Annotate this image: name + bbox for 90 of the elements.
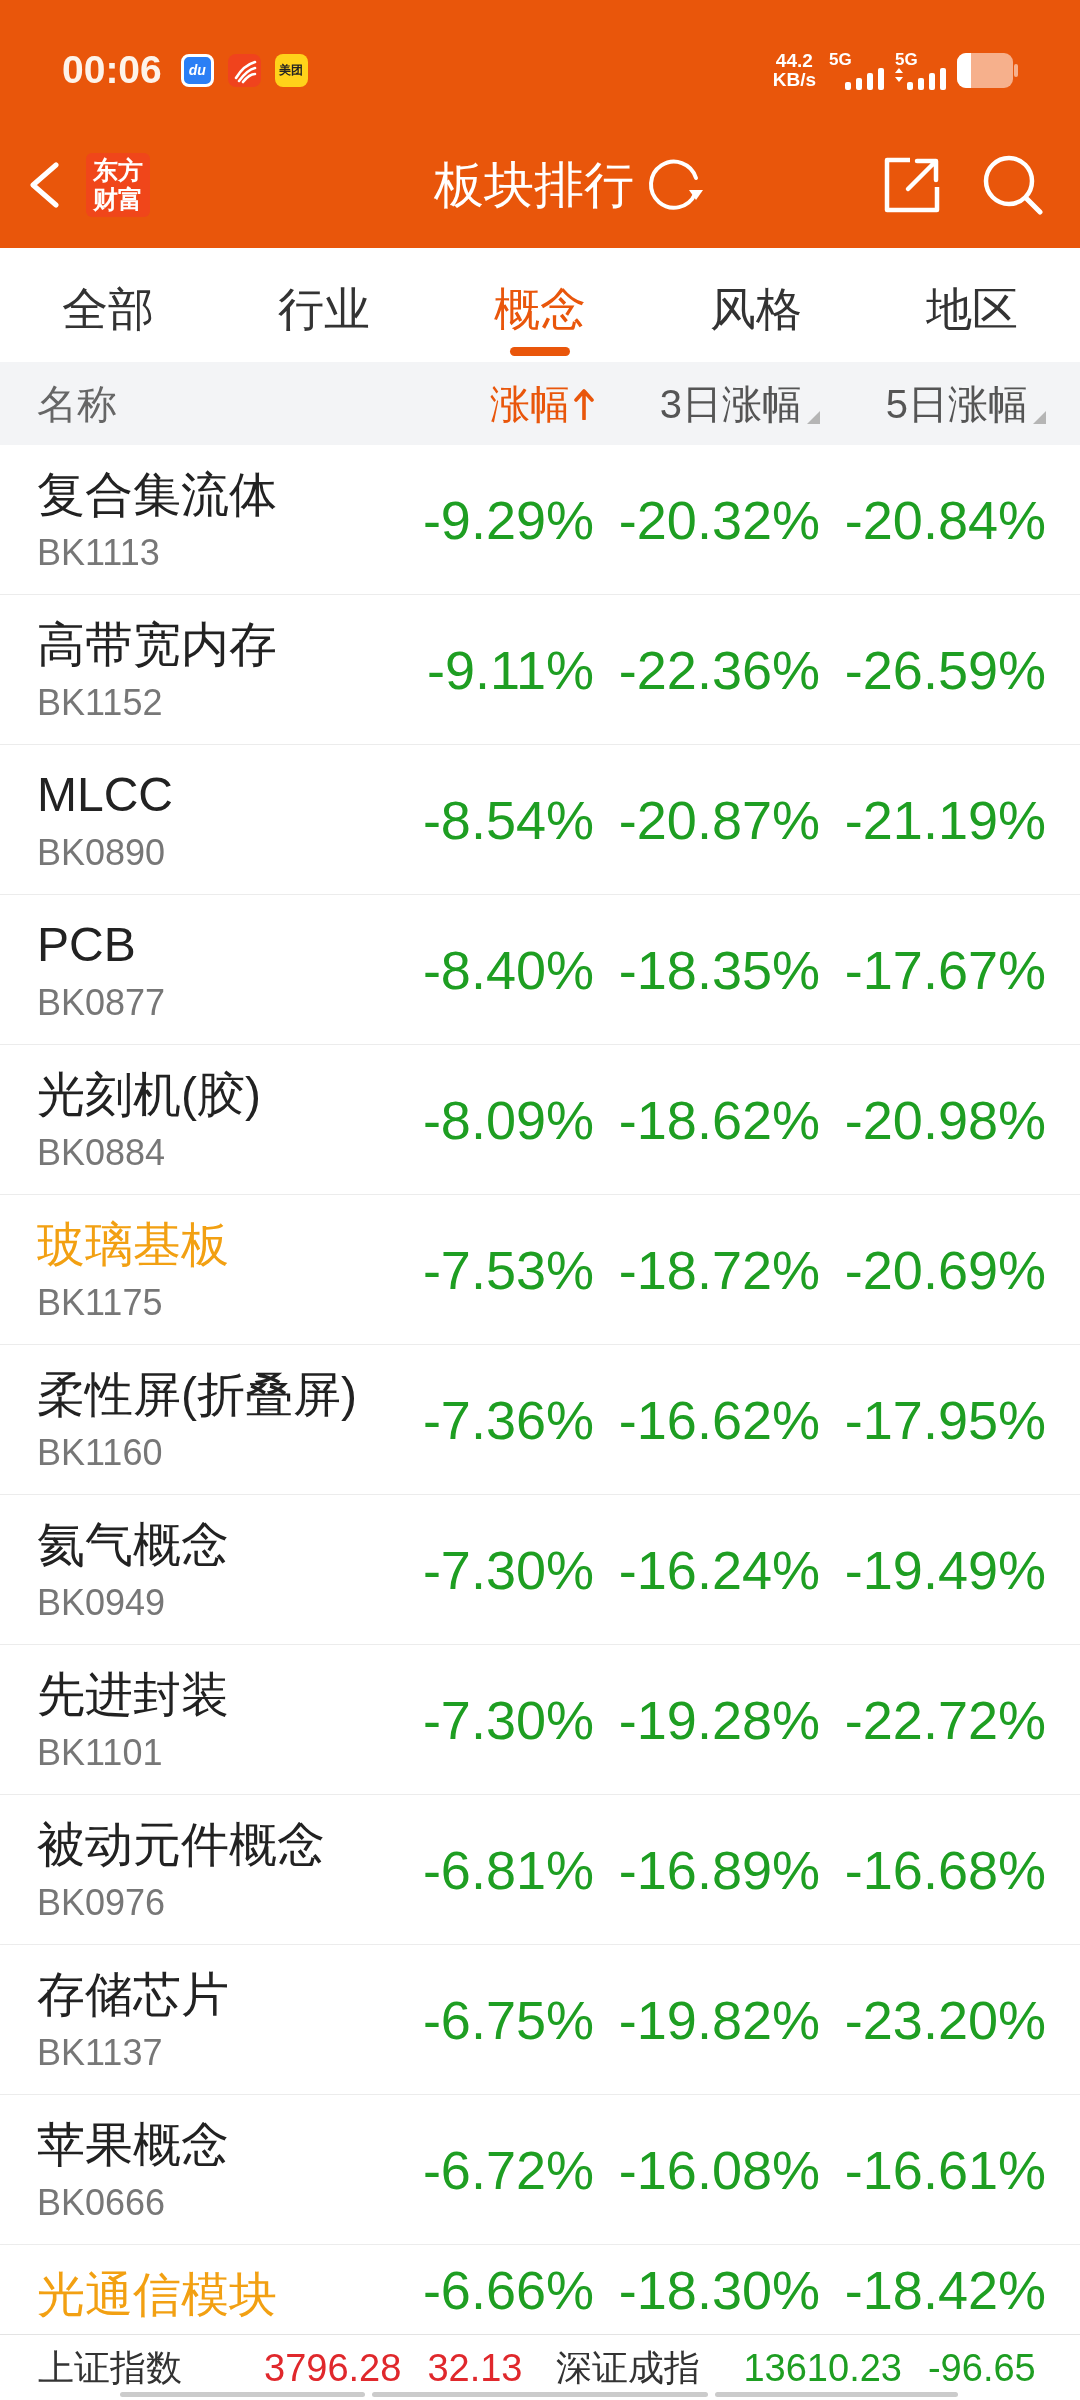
index-change: -96.65 (927, 2347, 1036, 2389)
page-title: 板块排行 (434, 156, 634, 215)
tab[interactable]: 行业 (216, 248, 432, 362)
app-logo: 东方财富 (86, 153, 150, 217)
sector-name[interactable]: PCB (37, 917, 136, 973)
index-value: 13610.23 (743, 2347, 902, 2389)
change-value: -9.29% (422, 489, 594, 550)
sector-name[interactable]: 高带宽内存 (37, 617, 277, 673)
change-value: -20.32% (618, 489, 820, 550)
sector-code: BK1175 (37, 1283, 163, 1323)
change-value: -6.72% (422, 2139, 594, 2200)
change-value: -8.09% (422, 1089, 594, 1150)
sector-name[interactable]: MLCC (37, 767, 173, 823)
change-value: -19.28% (618, 1689, 820, 1750)
column-header: 名称 (37, 380, 117, 428)
sector-name[interactable]: 苹果概念 (37, 2117, 229, 2173)
clock: 00:06 (62, 48, 162, 92)
sector-name[interactable]: 氦气概念 (37, 1517, 229, 1573)
share-icon[interactable] (884, 157, 940, 213)
app-icon: du (180, 53, 214, 87)
change-value: -7.30% (422, 1689, 594, 1750)
column-header[interactable]: 5日涨幅 (885, 379, 1046, 428)
change-value: -17.67% (844, 939, 1046, 1000)
index-change: 32.13 (427, 2347, 523, 2389)
change-value: -6.81% (422, 1839, 594, 1900)
change-value: -20.98% (844, 1089, 1046, 1150)
change-value: -22.36% (618, 639, 820, 700)
sector-name[interactable]: 柔性屏(折叠屏) (37, 1367, 357, 1423)
change-value: -23.20% (844, 1989, 1046, 2050)
sector-code: BK0666 (37, 2183, 166, 2223)
back-icon[interactable] (28, 162, 60, 208)
change-value: -26.59% (844, 639, 1046, 700)
change-value: -18.72% (618, 1239, 820, 1300)
change-value: -6.66% (422, 2259, 594, 2320)
tab[interactable]: 全部 (0, 248, 216, 362)
sector-name[interactable]: 光刻机(胶) (37, 1067, 261, 1123)
change-value: -16.61% (844, 2139, 1046, 2200)
change-value: -18.35% (618, 939, 820, 1000)
change-value: -22.72% (844, 1689, 1046, 1750)
change-value: -20.69% (844, 1239, 1046, 1300)
network-type: 5G (895, 50, 919, 68)
change-value: -16.24% (618, 1539, 820, 1600)
change-value: -7.36% (422, 1389, 594, 1450)
index-name: 上证指数 (38, 2347, 183, 2389)
change-value: -21.19% (844, 789, 1046, 850)
sector-code: BK1113 (37, 533, 160, 573)
sector-name[interactable]: 复合集流体 (37, 467, 277, 523)
index-name: 深证成指 (556, 2347, 702, 2389)
sector-name[interactable]: 先进封装 (37, 1667, 229, 1723)
change-value: -7.30% (422, 1539, 594, 1600)
change-value: -16.89% (618, 1839, 820, 1900)
speed-unit: KB/s (772, 70, 816, 89)
tab-indicator (510, 347, 570, 356)
change-value: -16.68% (844, 1839, 1046, 1900)
change-value: -9.11% (426, 639, 594, 700)
index-value: 3796.28 (264, 2347, 402, 2389)
sector-name[interactable]: 被动元件概念 (37, 1817, 325, 1873)
sector-code: BK1160 (37, 1433, 163, 1473)
change-value: -16.08% (618, 2139, 820, 2200)
change-value: -20.84% (844, 489, 1046, 550)
tab[interactable]: 概念 (432, 248, 648, 362)
battery-icon (957, 52, 1018, 88)
tab[interactable]: 地区 (864, 248, 1080, 362)
change-value: -16.62% (618, 1389, 820, 1450)
column-header[interactable]: 3日涨幅 (659, 379, 820, 428)
sector-code: BK0949 (37, 1583, 166, 1623)
network-type: 5G (829, 50, 853, 68)
sector-code: BK1137 (37, 2033, 163, 2073)
sector-code: BK1101 (37, 1733, 163, 1773)
network-speed: 44.2 (775, 51, 813, 70)
change-value: -8.40% (422, 939, 594, 1000)
change-value: -17.95% (844, 1389, 1046, 1450)
change-value: -20.87% (618, 789, 820, 850)
change-value: -6.75% (422, 1989, 594, 2050)
sector-code: BK0877 (37, 983, 166, 1023)
change-value: -8.54% (422, 789, 594, 850)
sector-name[interactable]: 存储芯片 (37, 1967, 229, 2023)
change-value: -19.49% (844, 1539, 1046, 1600)
change-value: -19.82% (618, 1989, 820, 2050)
tab[interactable]: 风格 (648, 248, 864, 362)
sector-code: BK0976 (37, 1883, 166, 1923)
change-value: -18.42% (844, 2259, 1046, 2320)
change-value: -7.53% (422, 1239, 594, 1300)
sector-code: BK1152 (37, 683, 163, 723)
search-icon[interactable] (983, 155, 1043, 215)
sector-code: BK0884 (37, 1133, 166, 1173)
change-value: -18.62% (618, 1089, 820, 1150)
sector-code: BK0890 (37, 833, 166, 873)
change-value: -18.30% (618, 2259, 820, 2320)
app-icon: 美团 (274, 53, 308, 87)
